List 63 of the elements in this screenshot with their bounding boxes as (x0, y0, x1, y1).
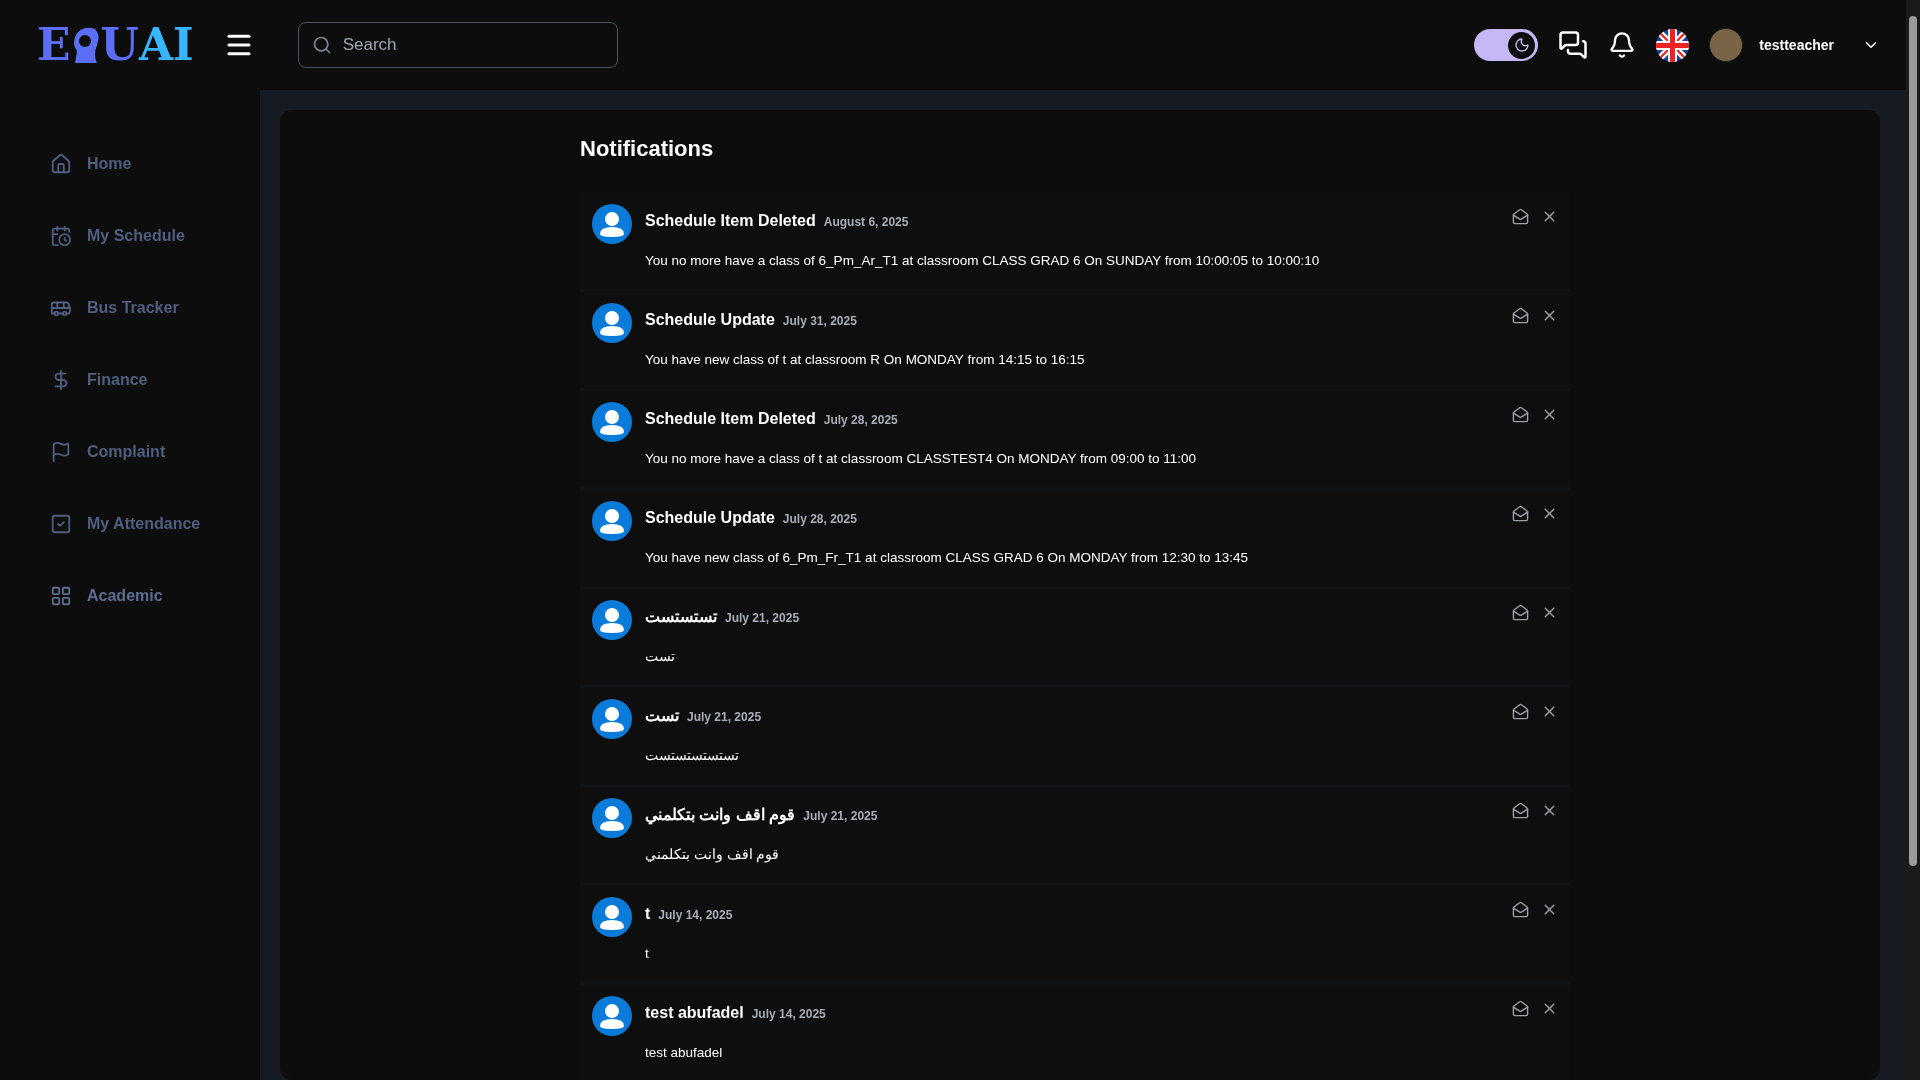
notification-date: July 21, 2025 (687, 709, 762, 726)
checkbox-icon (50, 512, 72, 535)
notification-title: تستستست (645, 607, 717, 627)
notification-message: test abufadel (645, 1044, 724, 1062)
user-avatar-icon (592, 798, 632, 838)
notification-date: August 6, 2025 (823, 214, 909, 231)
notification-title: Schedule Update (645, 310, 775, 330)
notification-message: You no more have a class of t at classroom CLASSTEST4 On MONDAY from 09:00 to 11:00 (645, 450, 1197, 468)
user-avatar-icon (592, 600, 632, 640)
notification-message: تست (645, 648, 676, 666)
uk-flag-icon[interactable] (1656, 28, 1690, 62)
mark-read-icon[interactable] (1512, 505, 1529, 522)
home-icon (50, 152, 72, 175)
notification-title: Schedule Update (645, 508, 775, 528)
notification-bell-icon[interactable] (1608, 31, 1637, 59)
user-avatar-icon (592, 699, 632, 739)
search-field[interactable]: Search (297, 22, 618, 68)
mark-read-icon[interactable] (1512, 307, 1529, 324)
profile-photo[interactable] (1709, 28, 1744, 62)
page-title: Notifications (580, 135, 715, 163)
user-avatar-icon (592, 204, 632, 244)
search-icon (311, 35, 332, 55)
mark-read-icon[interactable] (1512, 406, 1529, 423)
notification-message: t (645, 945, 650, 963)
calendar-clock-icon (50, 224, 72, 247)
chat-icon[interactable] (1558, 30, 1589, 60)
user-avatar-icon (592, 996, 632, 1036)
notification-date: July 14, 2025 (658, 907, 733, 924)
theme-toggle[interactable] (1474, 29, 1539, 61)
notification-message: قوم اقف وانت بتكلمني (645, 846, 781, 865)
notification-title: Schedule Item Deleted (645, 211, 816, 231)
mark-read-icon[interactable] (1512, 703, 1529, 720)
notification-date: July 31, 2025 (782, 313, 857, 330)
notification-date: July 28, 2025 (782, 511, 857, 528)
moon-icon (1513, 37, 1530, 53)
scrollbar[interactable] (1906, 0, 1920, 1080)
mark-read-icon[interactable] (1512, 1000, 1529, 1017)
notification-title: Schedule Item Deleted (645, 409, 816, 429)
notification-title: t (645, 904, 651, 924)
notification-message: You have new class of t at classroom R On MONDAY from 14:15 to 16:15 (645, 351, 1086, 369)
notification-date: July 21, 2025 (803, 808, 878, 825)
notification-date: July 21, 2025 (725, 610, 800, 627)
logo[interactable]: E UAI (37, 23, 194, 67)
notification-message: You no more have a class of 6_Pm_Ar_T1 at classroom CLASS GRAD 6 On SUNDAY from 10:00:05 to 10:00:10 (645, 252, 1321, 270)
grid-icon (50, 584, 72, 607)
notification-title: قوم اقف وانت بتكلمني (645, 805, 796, 827)
mark-read-icon[interactable] (1512, 901, 1529, 918)
mark-read-icon[interactable] (1512, 604, 1529, 621)
flag-icon (50, 440, 72, 463)
username[interactable]: testteacher (1759, 34, 1834, 56)
notification-message: تستستستستست (645, 747, 740, 765)
user-avatar-icon (592, 303, 632, 343)
mark-read-icon[interactable] (1512, 802, 1529, 819)
mark-read-icon[interactable] (1512, 208, 1529, 225)
user-avatar-icon (592, 402, 632, 442)
user-avatar-icon (592, 501, 632, 541)
notification-date: July 14, 2025 (751, 1006, 826, 1023)
notification-date: July 28, 2025 (823, 412, 898, 429)
notification-message: You have new class of 6_Pm_Fr_T1 at classroom CLASS GRAD 6 On MONDAY from 12:30 to 13:45 (645, 549, 1250, 567)
user-avatar-icon (592, 897, 632, 937)
sidebar-item[interactable]: Academic (50, 581, 260, 610)
notification-title: test abufadel (645, 1003, 744, 1023)
notification-title: تست (645, 706, 679, 726)
